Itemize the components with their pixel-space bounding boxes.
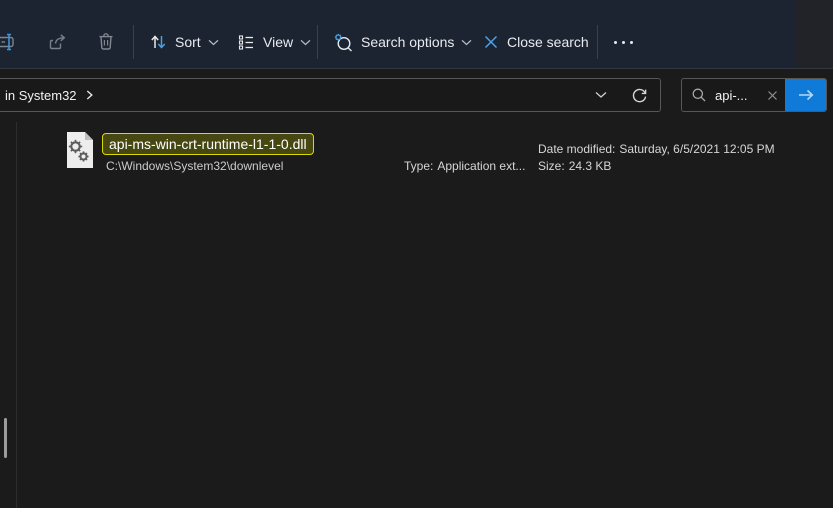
breadcrumb[interactable]: in System32: [5, 88, 93, 103]
toolbar: Sort View Search options Close search: [0, 0, 833, 69]
left-scrollbar-thumb[interactable]: [4, 418, 7, 458]
view-icon: [236, 32, 256, 52]
chevron-down-icon: [461, 39, 472, 46]
delete-button[interactable]: [91, 26, 121, 58]
share-icon: [47, 31, 69, 53]
sort-icon: [148, 32, 168, 52]
search-options-icon: [332, 31, 354, 53]
toolbar-divider: [133, 25, 134, 59]
refresh-button[interactable]: [626, 81, 652, 109]
search-icon: [691, 87, 707, 103]
arrow-right-icon: [797, 88, 815, 102]
chevron-right-icon[interactable]: [86, 90, 93, 100]
dll-file-icon: [62, 130, 98, 170]
size-label: Size:: [538, 159, 565, 173]
clear-search-button[interactable]: [761, 84, 783, 106]
type-label: Type:: [404, 159, 434, 173]
pane-divider: [16, 122, 17, 508]
file-date-modified: Date modified: Saturday, 6/5/2021 12:05 P…: [538, 142, 775, 156]
search-input[interactable]: [715, 87, 761, 103]
toolbar-divider: [317, 25, 318, 59]
close-search-label: Close search: [507, 34, 589, 50]
search-options-label: Search options: [361, 34, 455, 50]
search-go-button[interactable]: [785, 79, 826, 111]
address-row: in System32: [0, 69, 833, 122]
file-type: Type: Application ext...: [404, 159, 525, 173]
chevron-down-icon: [595, 91, 607, 99]
toolbar-right-strip: [796, 0, 833, 68]
rename-button[interactable]: [0, 26, 22, 58]
breadcrumb-location[interactable]: in System32: [5, 88, 77, 103]
results-pane: api-ms-win-crt-runtime-l1-1-0.dll C:\Win…: [0, 122, 833, 508]
sort-button[interactable]: Sort: [148, 26, 219, 58]
view-button[interactable]: View: [236, 26, 311, 58]
file-size: Size: 24.3 KB: [538, 159, 611, 173]
file-result-row[interactable]: api-ms-win-crt-runtime-l1-1-0.dll C:\Win…: [0, 126, 833, 173]
chevron-down-icon: [300, 39, 311, 46]
toolbar-divider: [597, 25, 598, 59]
search-options-button[interactable]: Search options: [332, 26, 472, 58]
refresh-icon: [631, 87, 648, 104]
type-value: Application ext...: [437, 159, 526, 173]
close-search-button[interactable]: Close search: [482, 26, 589, 58]
share-button[interactable]: [43, 26, 73, 58]
date-modified-label: Date modified:: [538, 142, 616, 156]
address-dropdown-button[interactable]: [588, 81, 614, 109]
trash-icon: [95, 31, 117, 53]
file-name: api-ms-win-crt-runtime-l1-1-0.dll: [109, 136, 307, 152]
size-value: 24.3 KB: [568, 159, 612, 173]
x-icon: [766, 89, 779, 102]
view-label: View: [263, 34, 294, 50]
date-modified-value: Saturday, 6/5/2021 12:05 PM: [619, 142, 775, 156]
file-name-highlight[interactable]: api-ms-win-crt-runtime-l1-1-0.dll: [102, 133, 314, 155]
address-bar[interactable]: in System32: [0, 78, 661, 112]
file-path: C:\Windows\System32\downlevel: [106, 159, 284, 173]
sort-label: Sort: [175, 34, 201, 50]
rename-icon: [0, 31, 18, 53]
close-search-icon: [482, 33, 500, 51]
ellipsis-icon: [613, 40, 633, 44]
see-more-button[interactable]: [606, 26, 640, 58]
search-box: [681, 78, 827, 112]
chevron-down-icon: [208, 39, 219, 46]
